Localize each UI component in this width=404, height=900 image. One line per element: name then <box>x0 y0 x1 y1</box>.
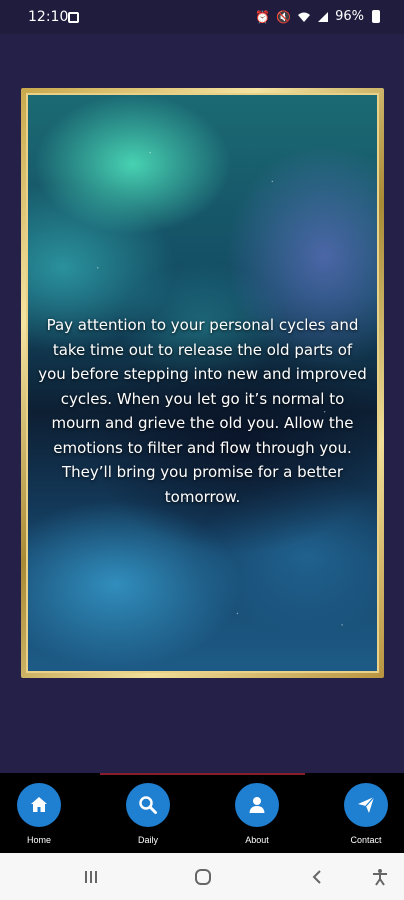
system-home-button[interactable] <box>191 867 215 887</box>
alarm-icon: ⏰ <box>255 9 271 24</box>
affirmation-card-frame: Pay attention to your personal cycles an… <box>21 88 384 678</box>
notification-app-icon <box>68 12 79 23</box>
send-icon <box>358 796 375 813</box>
status-indicators: ⏰ 🔇 96% <box>255 9 380 24</box>
battery-percent: 96% <box>335 9 364 24</box>
about-button[interactable] <box>235 783 279 827</box>
user-icon <box>249 797 265 813</box>
back-button[interactable] <box>305 867 329 887</box>
daily-button[interactable] <box>126 783 170 827</box>
status-time: 12:10 <box>28 9 69 25</box>
system-home-icon <box>195 869 211 885</box>
accessibility-button[interactable] <box>368 867 392 887</box>
mute-icon: 🔇 <box>276 9 292 24</box>
battery-icon <box>372 10 380 23</box>
contact-button[interactable] <box>344 783 388 827</box>
search-icon <box>139 796 157 814</box>
back-icon <box>312 870 321 884</box>
recent-apps-button[interactable] <box>79 867 103 887</box>
nav-label-contact: Contact <box>350 835 382 845</box>
home-button[interactable] <box>17 783 61 827</box>
nav-item-contact[interactable]: Contact <box>336 783 396 845</box>
recent-apps-icon <box>85 871 97 883</box>
nav-accent-line <box>100 773 305 775</box>
wifi-icon <box>298 12 311 22</box>
system-nav-bar <box>0 853 404 900</box>
accessibility-icon <box>373 869 387 886</box>
affirmation-text: Pay attention to your personal cycles an… <box>38 316 367 506</box>
nav-label-daily: Daily <box>137 835 158 845</box>
nav-item-home[interactable]: Home <box>9 783 69 845</box>
nav-label-home: Home <box>26 835 51 845</box>
signal-icon <box>318 11 329 22</box>
home-icon <box>31 797 47 812</box>
nav-label-about: About <box>245 835 269 845</box>
nav-item-about[interactable]: About <box>227 783 287 845</box>
nav-item-daily[interactable]: Daily <box>118 783 178 845</box>
bottom-nav: Home Daily About Contact <box>0 773 404 853</box>
status-bar: 12:10 ⏰ 🔇 96% <box>0 0 404 34</box>
affirmation-card: Pay attention to your personal cycles an… <box>26 93 379 673</box>
